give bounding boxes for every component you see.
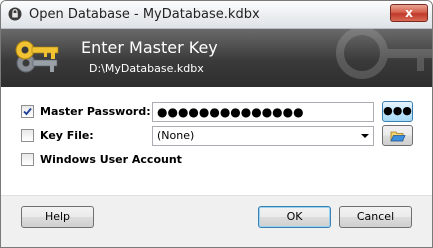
checkmark-icon — [23, 107, 32, 116]
window-title: Open Database - MyDatabase.kdbx — [29, 7, 260, 22]
windows-account-row: Windows User Account — [1, 149, 432, 171]
key-file-selected-value: (None) — [157, 129, 195, 142]
header-banner: Enter Master Key D:\MyDatabase.kdbx — [1, 29, 432, 87]
cancel-button[interactable]: Cancel — [339, 206, 412, 228]
master-password-label: Master Password: — [40, 105, 151, 118]
key-file-row: Key File: (None) — [1, 125, 432, 147]
master-key-form: Master Password: ●●●●●●●●●●●●●● ●●● Key … — [1, 87, 432, 195]
browse-key-file-button[interactable] — [382, 125, 413, 146]
show-password-button[interactable]: ●●● — [382, 101, 413, 122]
windows-account-label: Windows User Account — [40, 153, 182, 166]
keys-icon — [15, 40, 59, 73]
key-file-label: Key File: — [40, 129, 94, 142]
keys-watermark-icon — [336, 29, 432, 79]
folder-open-icon — [389, 131, 406, 142]
key-file-checkbox[interactable] — [21, 129, 34, 142]
windows-account-checkbox[interactable] — [21, 153, 34, 166]
master-password-row: Master Password: ●●●●●●●●●●●●●● ●●● — [1, 101, 432, 123]
open-database-dialog: Open Database - MyDatabase.kdbx x Enter … — [0, 0, 433, 248]
close-button[interactable]: x — [390, 4, 428, 22]
title-bar[interactable]: Open Database - MyDatabase.kdbx x — [1, 1, 432, 29]
dialog-footer: Help OK Cancel — [1, 195, 432, 247]
banner-title: Enter Master Key — [81, 38, 218, 57]
help-button[interactable]: Help — [21, 206, 94, 228]
key-file-select[interactable]: (None) — [152, 126, 374, 146]
ok-button[interactable]: OK — [258, 206, 331, 228]
chevron-down-icon — [361, 134, 369, 138]
lock-icon — [8, 7, 22, 21]
database-path: D:\MyDatabase.kdbx — [89, 62, 204, 75]
master-password-checkbox[interactable] — [21, 105, 34, 118]
master-password-input[interactable]: ●●●●●●●●●●●●●● — [152, 102, 374, 122]
